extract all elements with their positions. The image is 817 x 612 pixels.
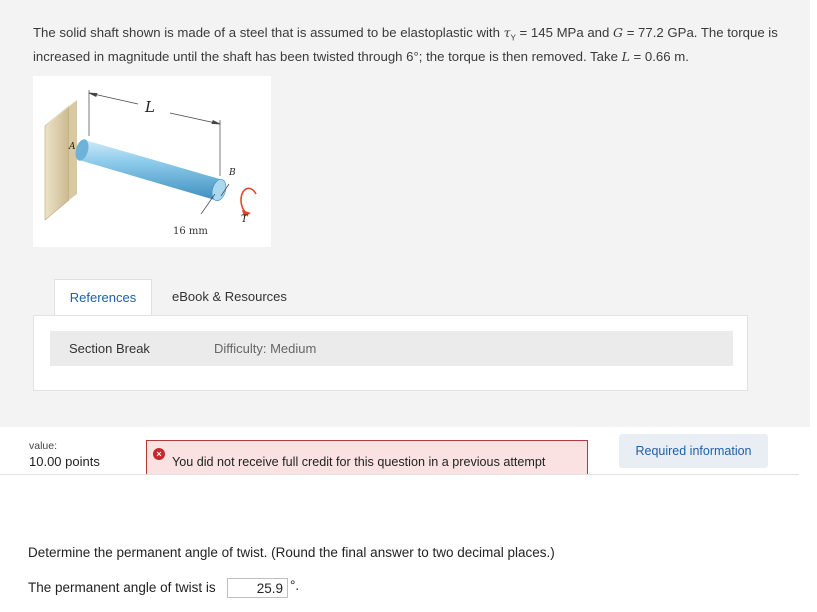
question-prompt: Determine the permanent angle of twist. … <box>28 545 555 560</box>
required-information-button[interactable]: Required information <box>619 434 768 468</box>
answer-input[interactable] <box>227 578 288 598</box>
problem-panel: The solid shaft shown is made of a steel… <box>0 0 810 427</box>
shaft <box>75 139 227 202</box>
point-a-label: A <box>68 142 76 152</box>
tab-references[interactable]: References <box>54 279 152 315</box>
fixed-support-wall <box>44 100 77 221</box>
value-label: value: <box>29 440 58 452</box>
difficulty-label: Difficulty: Medium <box>214 341 317 356</box>
problem-statement: The solid shaft shown is made of a steel… <box>33 25 778 64</box>
shaft-figure: L A B T 16 mm <box>33 76 271 247</box>
answer-unit: °. <box>290 578 300 593</box>
error-icon: × <box>153 448 165 460</box>
diameter-label: 16 mm <box>173 226 208 237</box>
point-b-label: B <box>228 168 236 178</box>
points-value: 10.00 points <box>29 454 100 469</box>
references-panel: Section Break Difficulty: Medium <box>33 315 748 391</box>
torque-arrow <box>240 187 257 217</box>
alert-message: You did not receive full credit for this… <box>172 455 546 469</box>
section-break-row: Section Break Difficulty: Medium <box>50 331 733 366</box>
answer-label: The permanent angle of twist is <box>28 580 216 595</box>
section-break-label: Section Break <box>69 341 150 356</box>
divider <box>0 474 799 475</box>
length-label: L <box>144 98 155 116</box>
tab-ebook-resources[interactable]: eBook & Resources <box>172 279 287 315</box>
previous-attempt-alert: × You did not receive full credit for th… <box>146 440 588 475</box>
torque-label: T <box>241 214 249 225</box>
